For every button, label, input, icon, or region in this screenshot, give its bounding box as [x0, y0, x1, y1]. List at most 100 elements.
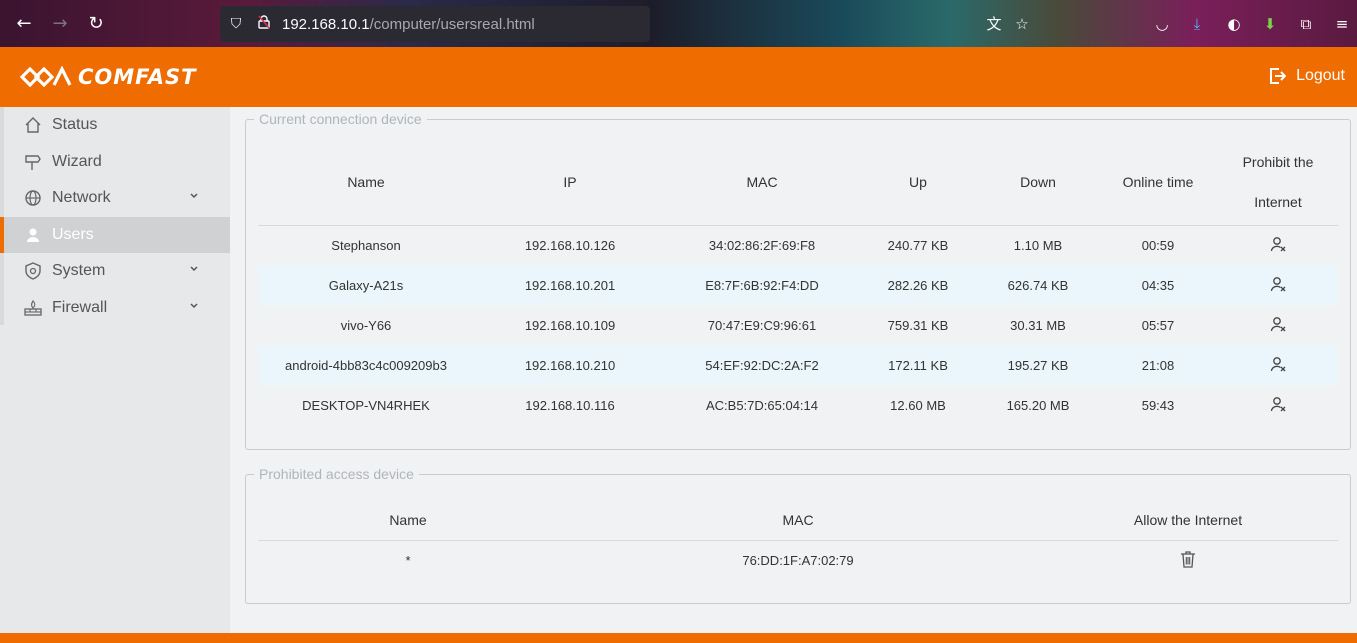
- chevron-down-icon: [190, 193, 198, 199]
- cell-online-time: 04:35: [1098, 265, 1218, 305]
- cell-mac: E8:7F:6B:92:F4:DD: [666, 265, 858, 305]
- col-name: Name: [258, 139, 474, 226]
- back-icon[interactable]: ←: [13, 13, 35, 35]
- cell-online-time: 05:57: [1141, 317, 1175, 333]
- logo-mark-icon: [20, 66, 72, 88]
- table-header-row: Name IP MAC Up Down Online time Prohibit…: [258, 139, 1338, 226]
- cell-prohibit: [1218, 225, 1338, 265]
- logout-button[interactable]: Logout: [1268, 67, 1345, 85]
- reload-icon[interactable]: ↻: [85, 13, 107, 35]
- trash-icon[interactable]: [1180, 550, 1196, 568]
- prohibit-user-icon[interactable]: [1270, 396, 1286, 412]
- cell-online-time: 21:08: [1098, 345, 1218, 385]
- cell-name: android-4bb83c4c009209b3: [258, 345, 474, 385]
- sidebar-item-network[interactable]: Network: [0, 180, 230, 216]
- prohibit-user-icon[interactable]: [1270, 316, 1286, 332]
- col-down: Down: [978, 139, 1098, 226]
- logout-label: Logout: [1296, 67, 1345, 84]
- sidebar-item-label: Status: [52, 116, 98, 133]
- cell-prohibit: [1218, 385, 1338, 425]
- cell-prohibit: [1218, 305, 1338, 345]
- col-mac: MAC: [666, 139, 858, 226]
- url-path: /computer/usersreal.html: [369, 16, 535, 33]
- table-row: * 76:DD:1F:A7:02:79: [258, 540, 1338, 580]
- firewall-icon: [24, 299, 42, 317]
- col-prohibit-line2: Internet: [1254, 193, 1302, 210]
- sidebar-item-users[interactable]: Users: [0, 217, 230, 253]
- col-ip: IP: [474, 139, 666, 226]
- cell-mac: AC:B5:7D:65:04:14: [705, 397, 819, 413]
- cell-name: Stephanson: [331, 237, 401, 253]
- prohibited-devices-panel: Prohibited access device Name MAC Allow …: [245, 466, 1351, 604]
- download-arrow-extension-icon[interactable]: ⬇: [1260, 14, 1280, 34]
- shield-icon[interactable]: ⛉: [227, 15, 245, 33]
- home-icon: [24, 116, 42, 134]
- brand-name: COMFAST: [78, 65, 197, 89]
- col-name: Name: [258, 500, 558, 541]
- prohibit-user-icon[interactable]: [1270, 356, 1286, 372]
- extensions-icon[interactable]: ⧉: [1296, 14, 1316, 34]
- download-icon[interactable]: ⤓: [1187, 14, 1207, 34]
- logout-icon: [1270, 68, 1287, 84]
- sidebar-item-system[interactable]: System: [0, 253, 230, 289]
- table-row: vivo-Y66 192.168.10.109 70:47:E9:C9:96:6…: [258, 305, 1338, 345]
- prohibit-user-icon[interactable]: [1270, 236, 1286, 252]
- sidebar-item-status[interactable]: Status: [0, 107, 230, 143]
- cell-down: 195.27 KB: [978, 345, 1098, 385]
- col-online-time: Online time: [1098, 139, 1218, 226]
- url-text[interactable]: 192.168.10.1/computer/usersreal.html: [282, 16, 535, 33]
- star-icon[interactable]: ☆: [1012, 14, 1032, 34]
- cell-prohibit: [1218, 345, 1338, 385]
- cell-online-time: 59:43: [1141, 397, 1175, 413]
- col-prohibit: Prohibit the Internet: [1218, 139, 1338, 226]
- table-row: DESKTOP-VN4RHEK 192.168.10.116 AC:B5:7D:…: [258, 385, 1338, 425]
- sidebar-item-label: System: [52, 262, 106, 279]
- comfast-logo: COMFAST: [20, 65, 197, 89]
- cell-name: DESKTOP-VN4RHEK: [302, 397, 430, 413]
- globe-icon: [24, 189, 42, 207]
- signpost-icon: [24, 153, 42, 171]
- cell-ip: 192.168.10.116: [525, 397, 615, 413]
- table-row: Stephanson 192.168.10.126 34:02:86:2F:69…: [258, 225, 1338, 265]
- user-icon: [24, 226, 42, 244]
- cell-up: 759.31 KB: [887, 317, 949, 333]
- prohibit-user-icon[interactable]: [1270, 276, 1286, 292]
- table-row: android-4bb83c4c009209b3 192.168.10.210 …: [258, 345, 1338, 385]
- cell-ip: 192.168.10.201: [474, 265, 666, 305]
- footer-bar: [0, 633, 1357, 643]
- cell-down: 626.74 KB: [978, 265, 1098, 305]
- cell-up: 172.11 KB: [858, 345, 978, 385]
- cell-down: 165.20 MB: [1006, 397, 1070, 413]
- col-prohibit-line1: Prohibit the: [1242, 153, 1314, 170]
- globe-extension-icon[interactable]: ◐: [1224, 14, 1244, 34]
- sidebar-item-label: Network: [52, 189, 111, 206]
- chevron-down-icon: [190, 303, 198, 309]
- cell-mac: 34:02:86:2F:69:F8: [708, 237, 816, 253]
- menu-icon[interactable]: ≡: [1332, 14, 1352, 34]
- shield-gear-icon: [24, 262, 42, 280]
- sidebar-item-label: Firewall: [52, 299, 108, 316]
- sidebar-item-label: Users: [52, 226, 94, 243]
- sidebar-item-firewall[interactable]: Firewall: [0, 290, 230, 326]
- cell-name: vivo-Y66: [340, 317, 392, 333]
- cell-mac: 54:EF:92:DC:2A:F2: [666, 345, 858, 385]
- translate-icon[interactable]: 文: [984, 14, 1004, 34]
- prohibited-devices-legend: Prohibited access device: [254, 466, 419, 482]
- cell-down: 1.10 MB: [1013, 237, 1063, 253]
- current-devices-legend: Current connection device: [254, 111, 427, 127]
- cell-up: 282.26 KB: [858, 265, 978, 305]
- pocket-icon[interactable]: ◡: [1152, 14, 1172, 34]
- cell-mac: 70:47:E9:C9:96:61: [707, 317, 817, 333]
- sidebar-item-wizard[interactable]: Wizard: [0, 144, 230, 180]
- table-row: Galaxy-A21s 192.168.10.201 E8:7F:6B:92:F…: [258, 265, 1338, 305]
- cell-name: *: [405, 552, 411, 568]
- sidebar-item-label: Wizard: [52, 153, 102, 170]
- lock-icon[interactable]: [255, 15, 273, 33]
- current-devices-panel: Current connection device Name IP MAC Up…: [245, 111, 1351, 450]
- cell-ip: 192.168.10.126: [524, 237, 616, 253]
- app-header: COMFAST Logout: [0, 47, 1357, 107]
- forward-icon[interactable]: →: [49, 13, 71, 35]
- chevron-down-icon: [190, 266, 198, 272]
- col-mac: MAC: [558, 500, 1038, 541]
- url-host: 192.168.10.1: [282, 16, 370, 33]
